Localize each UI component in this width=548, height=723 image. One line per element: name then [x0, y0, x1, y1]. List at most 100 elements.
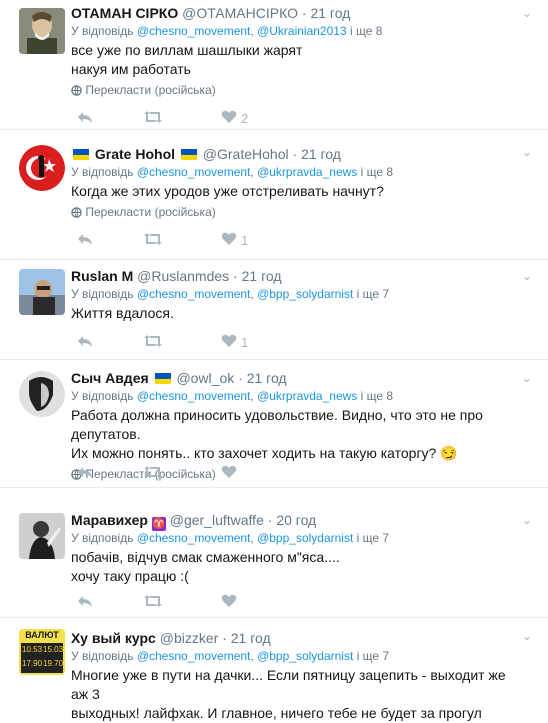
- author-handle[interactable]: @bizzker: [160, 630, 219, 646]
- like-icon[interactable]: [221, 110, 237, 128]
- reply-user-link[interactable]: @chesno_movement: [137, 649, 251, 663]
- reply-user-link[interactable]: @chesno_movement: [137, 287, 251, 301]
- reply-user-link[interactable]: @bpp_solydarnist: [257, 531, 353, 545]
- reply-user-link[interactable]: @chesno_movement: [137, 24, 251, 38]
- like-icon[interactable]: [221, 594, 237, 612]
- timestamp[interactable]: 21 год: [301, 146, 341, 162]
- ukraine-flag-icon: [73, 149, 89, 160]
- reply-icon[interactable]: [77, 334, 93, 352]
- avatar[interactable]: [19, 8, 65, 54]
- reply-user-link[interactable]: @Ukrainian2013: [257, 24, 347, 38]
- retweet-icon[interactable]: [144, 594, 162, 612]
- reply-more[interactable]: і ще 8: [350, 24, 382, 38]
- avatar[interactable]: [19, 371, 65, 417]
- author-name[interactable]: Сыч Авдея: [71, 370, 149, 386]
- timestamp[interactable]: 21 год: [231, 630, 271, 646]
- tweet[interactable]: Сыч Авдея @owl_ok · 21 год У відповідь @…: [0, 361, 548, 488]
- tweet[interactable]: Grate Hohol @GrateHohol · 21 год У відпо…: [0, 131, 548, 260]
- tweet-text: побачів, відчув смак смаженного м"яса...…: [71, 548, 518, 586]
- retweet-icon[interactable]: [144, 110, 162, 128]
- caret-down-icon[interactable]: ⌄: [522, 145, 532, 159]
- like-count: 1: [241, 233, 249, 248]
- like-icon[interactable]: [221, 232, 237, 250]
- avatar[interactable]: [19, 269, 65, 315]
- translate-link[interactable]: Перекласти (російська): [71, 82, 518, 98]
- reply-user-link[interactable]: @ukrpravda_news: [257, 389, 357, 403]
- caret-down-icon[interactable]: ⌄: [522, 269, 532, 283]
- retweet-icon[interactable]: [144, 334, 162, 352]
- author-name[interactable]: ОТАМАН СІРКО: [71, 5, 178, 21]
- avatar-sign-rate: 19.70: [43, 659, 64, 668]
- tweet-text: Життя вдалося.: [71, 304, 518, 323]
- translate-link[interactable]: Перекласти (російська): [71, 204, 518, 220]
- reply-context: У відповідь @chesno_movement, @bpp_solyd…: [71, 287, 390, 301]
- avatar[interactable]: ВАЛЮТ 10.53 15.03 17.90 19.70: [19, 629, 65, 675]
- reply-prefix: У відповідь: [71, 531, 134, 545]
- tweet-text: все уже по виллам шашлыки жарят накуя им…: [71, 41, 518, 79]
- avatar[interactable]: [19, 513, 65, 559]
- reply-prefix: У відповідь: [71, 389, 134, 403]
- author-handle[interactable]: @GrateHohol: [203, 146, 289, 162]
- author-handle[interactable]: @owl_ok: [176, 370, 234, 386]
- like-icon[interactable]: [221, 334, 237, 352]
- reply-more[interactable]: і ще 8: [361, 389, 393, 403]
- author-handle[interactable]: @Ruslanmdes: [137, 268, 229, 284]
- avatar-sign-rate: 17.90: [22, 659, 43, 668]
- avatar[interactable]: [19, 145, 65, 191]
- tweet-text: Многие уже в пути на дачки... Если пятни…: [71, 666, 518, 723]
- reply-icon[interactable]: [77, 465, 93, 483]
- like-icon[interactable]: [221, 465, 237, 483]
- caret-down-icon[interactable]: ⌄: [522, 629, 532, 643]
- reply-icon[interactable]: [77, 110, 93, 128]
- reply-more[interactable]: і ще 7: [357, 649, 389, 663]
- author-name[interactable]: Маравихер: [71, 512, 148, 528]
- reply-user-link[interactable]: @chesno_movement: [137, 165, 251, 179]
- reply-more[interactable]: і ще 7: [357, 531, 389, 545]
- reply-more[interactable]: і ще 8: [361, 165, 393, 179]
- caret-down-icon[interactable]: ⌄: [522, 513, 532, 527]
- retweet-icon[interactable]: [144, 465, 162, 483]
- ukraine-flag-icon: [154, 373, 171, 384]
- timestamp[interactable]: 21 год: [247, 370, 287, 386]
- tweet-text-line: Життя вдалося.: [71, 305, 174, 321]
- reply-more[interactable]: і ще 7: [357, 287, 389, 301]
- retweet-icon[interactable]: [144, 232, 162, 250]
- separator-dot: ·: [267, 512, 273, 528]
- tweet[interactable]: ВАЛЮТ 10.53 15.03 17.90 19.70 Ху вый кур…: [0, 619, 548, 721]
- reply-prefix: У відповідь: [71, 287, 134, 301]
- tweet[interactable]: Маравихер ♈ @ger_luftwaffe · 20 год У ві…: [0, 489, 548, 618]
- tweet[interactable]: ОТАМАН СІРКО @ОТАМАНСІРКО · 21 год У від…: [0, 0, 548, 130]
- reply-user-link[interactable]: @bpp_solydarnist: [257, 649, 353, 663]
- reply-icon[interactable]: [77, 232, 93, 250]
- reply-context: У відповідь @chesno_movement, @bpp_solyd…: [71, 531, 390, 545]
- globe-icon: [71, 207, 82, 218]
- reply-user-link[interactable]: @ukrpravda_news: [257, 165, 357, 179]
- author-name[interactable]: Ruslan M: [71, 268, 133, 284]
- caret-down-icon[interactable]: ⌄: [522, 371, 532, 385]
- reply-icon[interactable]: [77, 594, 93, 612]
- translate-label[interactable]: Перекласти (російська): [85, 205, 215, 219]
- author-handle[interactable]: @ger_luftwaffe: [170, 512, 264, 528]
- caret-down-icon[interactable]: ⌄: [522, 6, 532, 20]
- reply-user-link[interactable]: @chesno_movement: [137, 389, 251, 403]
- timestamp[interactable]: 21 год: [310, 5, 350, 21]
- reply-context: У відповідь @chesno_movement, @ukrpravda…: [71, 165, 394, 179]
- timestamp[interactable]: 21 год: [242, 268, 282, 284]
- timestamp[interactable]: 20 год: [276, 512, 316, 528]
- globe-icon: [71, 85, 82, 96]
- tweet-text-line: хочу таку працю :(: [71, 568, 189, 584]
- reply-user-link[interactable]: @chesno_movement: [137, 531, 251, 545]
- avatar-sign-title: ВАЛЮТ: [19, 629, 65, 641]
- tweet[interactable]: Ruslan M @Ruslanmdes · 21 год У відповід…: [0, 261, 548, 360]
- avatar-sign-rate: 10.53: [22, 645, 43, 654]
- translate-link[interactable]: Перекласти (російська): [71, 466, 518, 482]
- tweet-text-line: выходных! лайфхак. И главное, ничего теб…: [71, 705, 482, 721]
- translate-label[interactable]: Перекласти (російська): [85, 83, 215, 97]
- author-handle[interactable]: @ОТАМАНСІРКО: [182, 5, 298, 21]
- reply-user-link[interactable]: @bpp_solydarnist: [257, 287, 353, 301]
- reply-prefix: У відповідь: [71, 165, 134, 179]
- reply-prefix: У відповідь: [71, 649, 134, 663]
- separator-dot: ·: [238, 370, 243, 386]
- author-name[interactable]: Grate Hohol: [95, 146, 175, 162]
- author-name[interactable]: Ху вый курс: [71, 630, 156, 646]
